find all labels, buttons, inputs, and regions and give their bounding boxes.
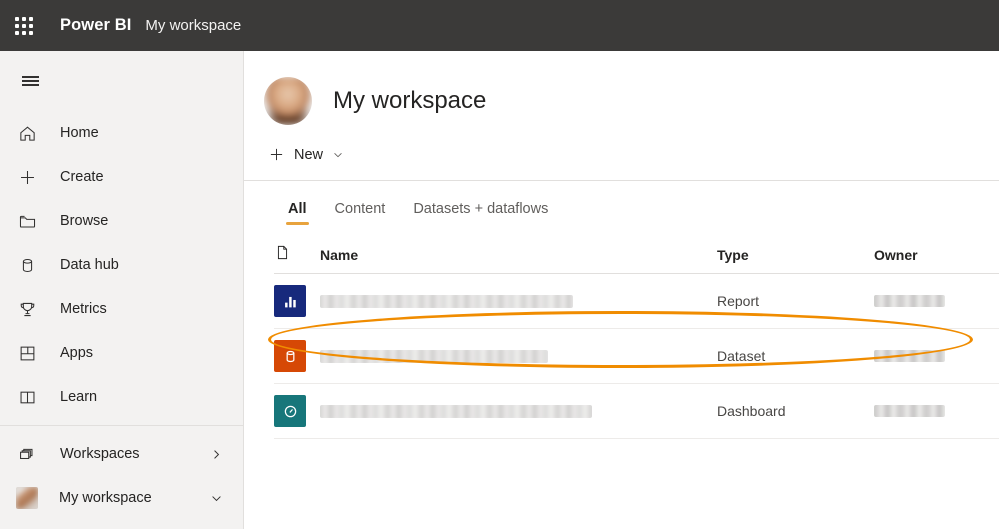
row-owner-cell <box>874 295 999 307</box>
dataset-cylinder-icon <box>274 340 306 372</box>
new-button-label: New <box>294 147 323 163</box>
sidebar-item-label: Home <box>60 125 99 141</box>
apps-grid-icon <box>15 341 39 365</box>
sidebar-item-label: Browse <box>60 213 108 229</box>
file-page-icon <box>274 244 291 266</box>
table-row[interactable]: Report <box>274 274 999 329</box>
tab-all[interactable]: All <box>274 201 321 227</box>
sidebar-item-label: Workspaces <box>60 446 140 462</box>
sidebar-item-workspaces[interactable]: Workspaces <box>0 432 243 476</box>
report-bar-chart-icon <box>274 285 306 317</box>
sidebar-item-browse[interactable]: Browse <box>0 199 243 243</box>
stacked-windows-icon <box>15 442 39 466</box>
row-name-cell[interactable] <box>320 295 717 308</box>
page-title: My workspace <box>333 87 486 115</box>
row-type-cell: Dashboard <box>717 403 874 419</box>
sidebar-item-label: My workspace <box>59 490 152 506</box>
row-type-cell: Dataset <box>717 348 874 364</box>
row-owner-cell <box>874 405 999 417</box>
redacted-owner-text <box>874 295 945 307</box>
plus-icon <box>15 165 39 189</box>
column-header-name[interactable]: Name <box>320 247 717 263</box>
tab-label: Datasets + dataflows <box>413 201 548 217</box>
workspace-avatar <box>16 487 38 509</box>
redacted-name-text <box>320 350 548 363</box>
redacted-owner-text <box>874 350 945 362</box>
row-icon-cell <box>274 340 320 372</box>
sidebar-nav-list: Home Create Browse <box>0 111 243 520</box>
sidebar-item-label: Learn <box>60 389 97 405</box>
chevron-down-icon[interactable] <box>332 149 344 161</box>
chevron-right-icon[interactable] <box>210 448 223 461</box>
sidebar-divider <box>0 425 243 426</box>
folder-icon <box>15 209 39 233</box>
redacted-name-text <box>320 295 573 308</box>
tab-label: All <box>288 201 307 217</box>
redacted-owner-text <box>874 405 945 417</box>
sidebar-item-label: Data hub <box>60 257 119 273</box>
top-navigation-bar: Power BI My workspace <box>0 0 999 51</box>
chevron-down-icon[interactable] <box>210 492 223 505</box>
row-icon-cell <box>274 285 320 317</box>
book-icon <box>15 385 39 409</box>
table-header-row: Name Type Owner <box>274 236 999 274</box>
trophy-icon <box>15 297 39 321</box>
sidebar-item-metrics[interactable]: Metrics <box>0 287 243 331</box>
content-list-table: Name Type Owner <box>244 236 999 439</box>
workspace-profile-avatar <box>264 77 312 125</box>
table-row[interactable]: Dashboard <box>274 384 999 439</box>
power-bi-brand-link[interactable]: Power BI <box>60 16 131 35</box>
sidebar-item-apps[interactable]: Apps <box>0 331 243 375</box>
sidebar-item-create[interactable]: Create <box>0 155 243 199</box>
row-icon-cell <box>274 395 320 427</box>
command-toolbar: New <box>244 129 999 181</box>
sidebar-item-label: Apps <box>60 345 93 361</box>
column-header-icon <box>274 244 320 266</box>
tab-content[interactable]: Content <box>321 201 400 227</box>
sidebar-item-learn[interactable]: Learn <box>0 375 243 419</box>
left-navigation-sidebar: Home Create Browse <box>0 51 244 529</box>
row-name-cell[interactable] <box>320 405 717 418</box>
table-row[interactable]: Dataset <box>274 329 999 384</box>
content-tabs: All Content Datasets + dataflows <box>244 181 999 227</box>
new-button[interactable]: New <box>264 141 352 168</box>
power-bi-workspace-page: Power BI My workspace Home <box>0 0 999 529</box>
workspace-header: My workspace <box>244 51 999 129</box>
sidebar-item-data-hub[interactable]: Data hub <box>0 243 243 287</box>
main-content-panel: My workspace New All <box>244 51 999 529</box>
sidebar-item-home[interactable]: Home <box>0 111 243 155</box>
sidebar-item-my-workspace[interactable]: My workspace <box>0 476 243 520</box>
dashboard-gauge-icon <box>274 395 306 427</box>
tab-label: Content <box>335 201 386 217</box>
app-launcher-waffle-icon[interactable] <box>0 0 48 51</box>
sidebar-item-label: Metrics <box>60 301 107 317</box>
plus-icon <box>268 146 285 163</box>
home-icon <box>15 121 39 145</box>
breadcrumb-my-workspace[interactable]: My workspace <box>145 17 241 34</box>
column-header-owner[interactable]: Owner <box>874 247 999 263</box>
row-owner-cell <box>874 350 999 362</box>
column-header-type[interactable]: Type <box>717 247 874 263</box>
database-cylinder-icon <box>15 253 39 277</box>
redacted-name-text <box>320 405 592 418</box>
row-name-cell[interactable] <box>320 350 717 363</box>
hamburger-menu-icon[interactable] <box>8 59 52 103</box>
waffle-grid <box>15 17 33 35</box>
sidebar-item-label: Create <box>60 169 104 185</box>
row-type-cell: Report <box>717 293 874 309</box>
tab-datasets-dataflows[interactable]: Datasets + dataflows <box>399 201 562 227</box>
